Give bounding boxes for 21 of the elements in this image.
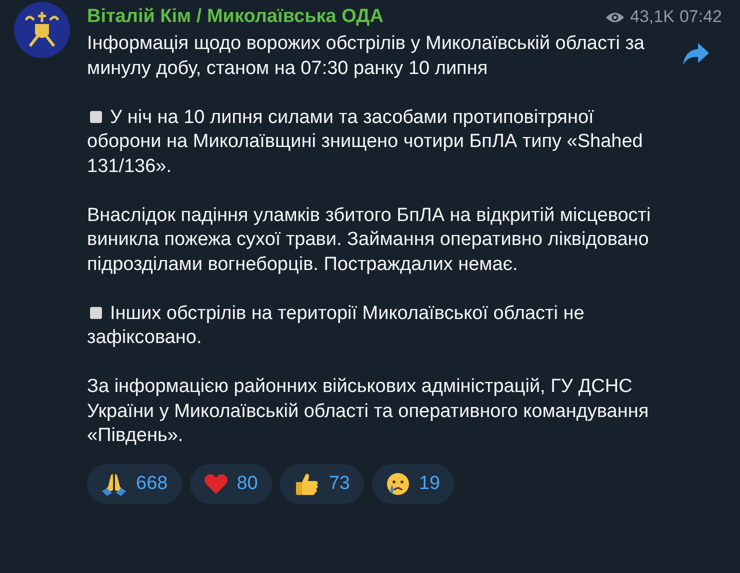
reaction-button[interactable]: 668	[87, 464, 182, 504]
avatar-icon[interactable]	[14, 2, 70, 58]
crying-face-icon	[386, 472, 410, 496]
heart-icon	[204, 472, 228, 494]
square-icon	[90, 110, 102, 122]
square-icon	[90, 306, 102, 318]
reaction-button[interactable]: 19	[372, 464, 454, 504]
message-paragraph: Інших обстрілів на території Миколаївської області не зафіксовано.	[87, 302, 586, 350]
message-time: 07:42	[679, 7, 722, 27]
thumbs-up-icon	[294, 472, 320, 496]
praying-hands-icon	[101, 472, 127, 496]
reaction-button[interactable]: 73	[280, 464, 364, 504]
share-arrow-icon[interactable]	[682, 42, 710, 66]
message-paragraph: Внаслідок падіння уламків збитого БпЛА на відкритій місцевості виникла пожежа сухої трави. Займання оперативно ліквідовано підрозділами вогнеборців. Постраждалих немає.	[87, 204, 652, 276]
message-paragraph: За інформацією районних військових адміністрацій, ГУ ДСНС України у Миколаївській області та оперативного командування «Південь».	[87, 375, 650, 448]
message-paragraph: Інформація щодо ворожих обстрілів у Миколаївській області за минулу добу, станом на 07:30 ранку 10 липня	[87, 32, 646, 80]
channel-name[interactable]: Віталій Кім / Миколаївська ОДА	[87, 6, 384, 28]
eye-icon	[605, 10, 626, 24]
message-paragraph: У ніч на 10 липня силами та засобами протиповітряної оборони на Миколаївщині знищено чотири БпЛА типу «Shahed 131/136».	[87, 106, 644, 178]
reaction-button[interactable]: 80	[190, 464, 272, 504]
view-count: 43,1K	[630, 7, 674, 27]
